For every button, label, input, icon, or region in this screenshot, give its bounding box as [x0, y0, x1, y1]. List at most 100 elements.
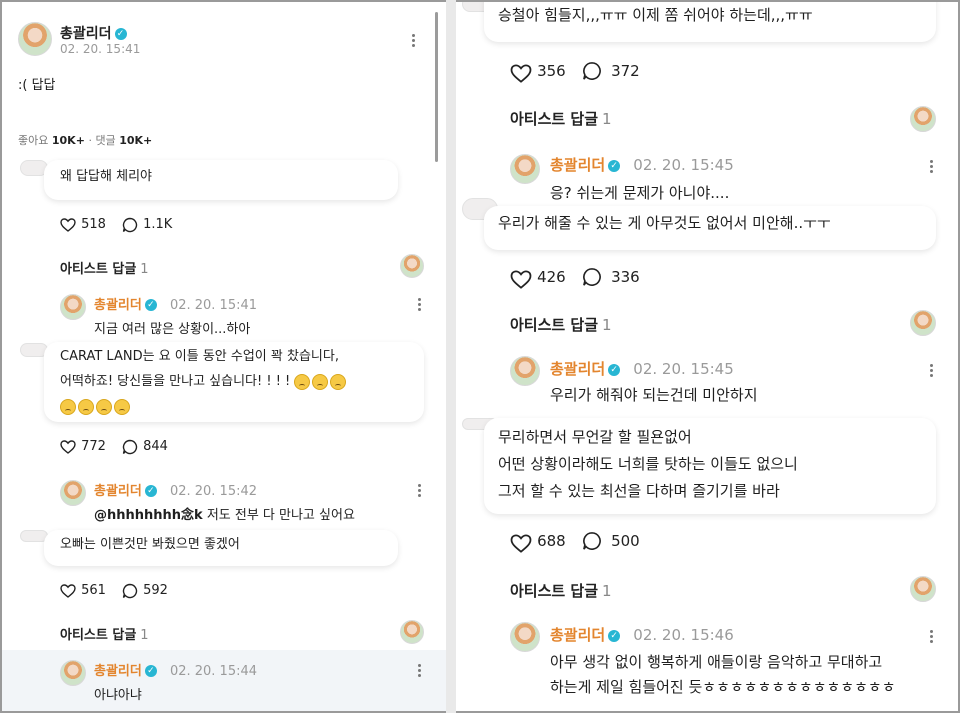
reply-mention[interactable]: @hhhhhhhh念k — [94, 508, 203, 523]
crying-emoji — [312, 373, 329, 390]
reply-author[interactable]: 총괄리더 — [550, 626, 605, 644]
comment-button[interactable]: 336 — [582, 266, 640, 287]
more-icon[interactable] — [930, 158, 933, 175]
artist-reply-count: 1 — [602, 316, 612, 334]
like-button[interactable]: 356 — [510, 60, 566, 83]
more-icon[interactable] — [930, 628, 933, 645]
reply-text: 지금 여러 많은 상황이...하아 — [94, 322, 251, 337]
more-icon[interactable] — [418, 662, 421, 679]
artist-reply-toggle[interactable]: 아티스트 답글 1 — [60, 258, 149, 277]
reply-header: 총괄리더 ✓ 02. 20. 15:46 — [550, 624, 734, 645]
reply-author[interactable]: 총괄리더 — [94, 298, 142, 313]
comment-count: 1.1K — [143, 217, 173, 232]
verified-icon: ✓ — [608, 159, 621, 172]
verified-icon: ✓ — [608, 629, 621, 642]
fan-comment-text: 승철아 힘들지,,,ㅠㅠ 이제 쫌 쉬어야 하는데,,,ㅠㅠ — [498, 6, 813, 24]
artist-reply-toggle[interactable]: 아티스트 답글 1 — [510, 314, 612, 335]
reply-text: 아냐아냐 — [94, 688, 142, 703]
more-icon[interactable] — [930, 362, 933, 379]
like-count: 688 — [537, 531, 566, 550]
reply-time: 02. 20. 15:45 — [633, 156, 734, 174]
likes-label: 좋아요 — [18, 134, 49, 147]
like-button[interactable]: 772 — [60, 436, 106, 455]
more-icon[interactable] — [418, 482, 421, 499]
post-stats: 좋아요 10K+ · 댓글 10K+ — [18, 132, 152, 148]
artist-reply-label: 아티스트 답글 — [510, 316, 599, 334]
reply-avatar[interactable] — [60, 294, 86, 320]
artist-reply-label: 아티스트 답글 — [60, 262, 137, 277]
verified-icon: ✓ — [144, 484, 157, 497]
heart-icon — [60, 439, 76, 454]
reply-author[interactable]: 총괄리더 — [94, 664, 142, 679]
author-name: 총괄리더 — [60, 26, 112, 42]
reply-avatar[interactable] — [60, 660, 86, 686]
fan-comment-bubble[interactable]: 왜 답답해 체리야 — [44, 160, 398, 200]
comments-count: 10K+ — [119, 134, 153, 147]
artist-reply-label: 아티스트 답글 — [510, 582, 599, 600]
fan-comment-bubble[interactable]: 승철아 힘들지,,,ㅠㅠ 이제 쫌 쉬어야 하는데,,,ㅠㅠ — [484, 2, 936, 42]
heart-icon — [510, 533, 532, 553]
artist-reply-toggle[interactable]: 아티스트 답글 1 — [510, 580, 612, 601]
fan-comment-emoji-line — [60, 394, 408, 419]
fan-comment-bubble[interactable]: 무리하면서 무언갈 할 필욘없어 어떤 상황이라해도 너희를 탓하는 이들도 없… — [484, 418, 936, 514]
like-count: 426 — [537, 267, 566, 286]
scrollbar[interactable] — [435, 12, 438, 162]
reply-avatar[interactable] — [510, 622, 540, 652]
artist-reply-toggle[interactable]: 아티스트 답글 1 — [510, 108, 612, 129]
artist-reply-count: 1 — [602, 110, 612, 128]
like-button[interactable]: 426 — [510, 266, 566, 289]
comment-icon — [582, 531, 602, 551]
comment-button[interactable]: 372 — [582, 60, 640, 81]
fan-comment-bubble[interactable]: CARAT LAND는 요 이틀 동안 수업이 꽉 찼습니다, 어떡하죠! 당신… — [44, 342, 424, 422]
artist-reply-label: 아티스트 답글 — [510, 110, 599, 128]
artist-reply-count: 1 — [140, 628, 149, 643]
artist-avatar[interactable] — [910, 310, 936, 336]
like-button[interactable]: 518 — [60, 214, 106, 233]
fan-comment-bubble[interactable]: 우리가 해줄 수 있는 게 아무것도 없어서 미안해..ㅜㅜ — [484, 206, 936, 250]
reply-header: 총괄리더 ✓ 02. 20. 15:45 — [550, 358, 734, 379]
more-icon[interactable] — [412, 32, 415, 49]
fan-comment-line-text: 어떡하죠! 당신들을 만나고 싶습니다! ! ! ! — [60, 374, 291, 389]
reply-text-line: 하는게 제일 힘들어진 듯ㅎㅎㅎㅎㅎㅎㅎㅎㅎㅎㅎㅎㅎㅎ — [550, 678, 896, 696]
artist-avatar[interactable] — [910, 576, 936, 602]
comment-count: 336 — [611, 267, 640, 286]
comment-button[interactable]: 844 — [122, 436, 168, 455]
reply-avatar[interactable] — [510, 154, 540, 184]
post-author[interactable]: 총괄리더 ✓ — [60, 23, 127, 43]
like-count: 356 — [537, 61, 566, 80]
reply-header: 총괄리더 ✓ 02. 20. 15:42 — [94, 480, 257, 499]
more-icon[interactable] — [418, 296, 421, 313]
reply-text-body: 저도 전부 다 만나고 싶어요 — [202, 508, 355, 523]
fan-comment-text: 왜 답답해 체리야 — [60, 169, 152, 184]
reply-author[interactable]: 총괄리더 — [550, 156, 605, 174]
reply-time: 02. 20. 15:46 — [633, 626, 734, 644]
fan-comment-line: CARAT LAND는 요 이틀 동안 수업이 꽉 찼습니다, — [60, 349, 339, 364]
comment-button[interactable]: 1.1K — [122, 214, 172, 233]
artist-reply-count: 1 — [602, 582, 612, 600]
crying-emoji — [114, 398, 130, 415]
heart-icon — [510, 269, 532, 289]
reply-author[interactable]: 총괄리더 — [94, 484, 142, 499]
fan-comment-text: 오빠는 이쁜것만 봐줬으면 좋겠어 — [60, 537, 240, 552]
comment-button[interactable]: 592 — [122, 580, 168, 599]
comment-count: 372 — [611, 61, 640, 80]
artist-avatar[interactable] — [400, 254, 424, 278]
artist-avatar[interactable] — [910, 106, 936, 132]
comment-icon — [122, 583, 138, 599]
comment-icon — [582, 61, 602, 81]
comment-button[interactable]: 500 — [582, 530, 640, 551]
crying-emoji — [294, 373, 311, 390]
like-button[interactable]: 688 — [510, 530, 566, 553]
fan-comment-line: 어떡하죠! 당신들을 만나고 싶습니다! ! ! ! — [60, 369, 408, 394]
reply-avatar[interactable] — [60, 480, 86, 506]
reply-avatar[interactable] — [510, 356, 540, 386]
verified-icon: ✓ — [144, 298, 157, 311]
verified-icon: ✓ — [114, 27, 127, 40]
reply-author[interactable]: 총괄리더 — [550, 360, 605, 378]
like-button[interactable]: 561 — [60, 580, 106, 599]
author-avatar[interactable] — [18, 22, 52, 56]
artist-avatar[interactable] — [400, 620, 424, 644]
fan-comment-bubble[interactable]: 오빠는 이쁜것만 봐줬으면 좋겠어 — [44, 530, 398, 566]
artist-reply-toggle[interactable]: 아티스트 답글 1 — [60, 624, 149, 643]
reply-header: 총괄리더 ✓ 02. 20. 15:45 — [550, 154, 734, 175]
